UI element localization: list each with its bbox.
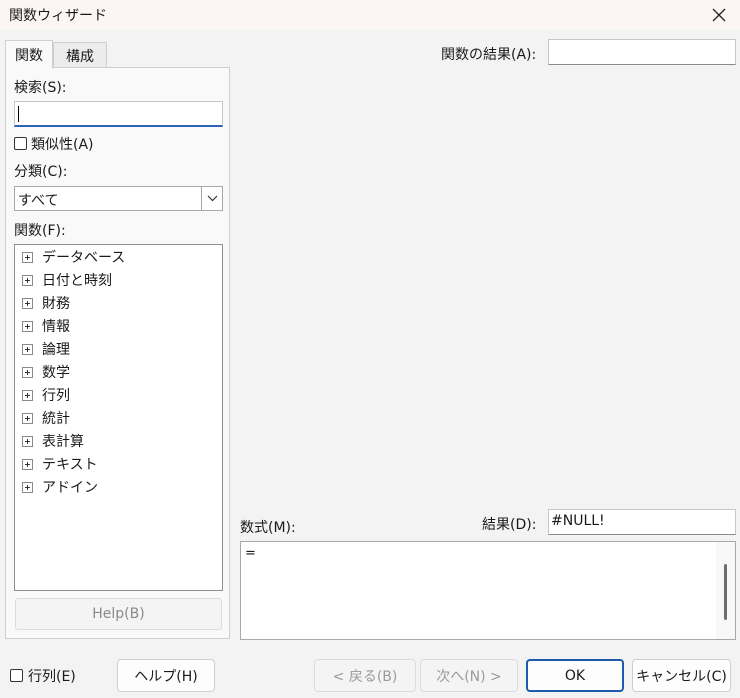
tree-item-text[interactable]: テキスト [22, 454, 98, 474]
plus-box-icon[interactable] [22, 251, 33, 263]
tree-item-label: 論理 [42, 342, 70, 358]
tree-item-statistical[interactable]: 統計 [22, 408, 70, 428]
plus-box-icon[interactable] [22, 458, 33, 470]
tab-structure-label: 構成 [66, 48, 94, 65]
category-select-value: すべて [18, 193, 59, 209]
tab-structure[interactable]: 構成 [53, 42, 107, 68]
formula-editor[interactable]: = [240, 541, 736, 640]
window-title: 関数ウィザード [9, 8, 107, 24]
tab-functions-label: 関数 [15, 48, 43, 64]
tree-item-label: 財務 [42, 296, 70, 312]
next-button[interactable]: 次へ(N) > [420, 659, 518, 692]
tree-item-add-in[interactable]: アドイン [22, 477, 98, 497]
result-value: #NULL! [551, 513, 605, 529]
ok-button[interactable]: OK [526, 659, 624, 692]
tree-item-label: 表計算 [42, 434, 84, 450]
plus-box-icon[interactable] [22, 320, 33, 332]
matrix-label: 行列(E) [28, 669, 76, 685]
function-result-field [548, 39, 736, 65]
function-help-button[interactable]: Help(B) [15, 598, 222, 630]
tree-item-information[interactable]: 情報 [22, 316, 70, 336]
plus-box-icon[interactable] [22, 481, 33, 493]
tree-item-label: アドイン [42, 480, 98, 496]
plus-box-icon[interactable] [22, 274, 33, 286]
tree-item-array[interactable]: 行列 [22, 385, 70, 405]
tree-item-label: 数学 [42, 365, 70, 381]
plus-box-icon[interactable] [22, 366, 33, 378]
cancel-button[interactable]: キャンセル(C) [632, 659, 731, 692]
text-caret [18, 106, 19, 122]
close-icon [712, 8, 726, 22]
formula-label: 数式(M): [240, 520, 296, 536]
plus-box-icon[interactable] [22, 297, 33, 309]
tree-item-date-time[interactable]: 日付と時刻 [22, 270, 112, 290]
tree-item-label: 情報 [42, 319, 70, 335]
search-label: 検索(S): [14, 80, 67, 96]
functions-label: 関数(F): [14, 223, 66, 239]
tree-item-label: 日付と時刻 [42, 273, 112, 289]
plus-box-icon[interactable] [22, 389, 33, 401]
tree-item-label: 統計 [42, 411, 70, 427]
category-label: 分類(C): [14, 164, 68, 180]
back-button[interactable]: < 戻る(B) [314, 659, 416, 692]
tree-item-spreadsheet[interactable]: 表計算 [22, 431, 84, 451]
tree-item-label: 行列 [42, 388, 70, 404]
tree-item-database[interactable]: データベース [22, 247, 125, 267]
function-result-label: 関数の結果(A): [441, 47, 537, 63]
formula-scrollbar[interactable] [716, 542, 735, 639]
category-dropdown-button[interactable] [201, 187, 222, 210]
formula-text: = [245, 546, 256, 561]
close-button[interactable] [706, 2, 732, 28]
tree-item-label: テキスト [42, 457, 98, 473]
tree-item-label: データベース [42, 250, 126, 266]
plus-box-icon[interactable] [22, 412, 33, 424]
tab-functions[interactable]: 関数 [5, 40, 53, 69]
tree-item-financial[interactable]: 財務 [22, 293, 70, 313]
plus-box-icon[interactable] [22, 343, 33, 355]
help-button[interactable]: ヘルプ(H) [117, 659, 215, 692]
function-tree[interactable]: データベース 日付と時刻 財務 情報 論理 数学 行列 統計 表計算 テキスト … [14, 244, 223, 591]
result-field: #NULL! [548, 509, 736, 535]
plus-box-icon[interactable] [22, 435, 33, 447]
tree-item-math[interactable]: 数学 [22, 362, 70, 382]
result-label: 結果(D): [482, 517, 537, 533]
chevron-down-icon [207, 195, 217, 202]
function-wizard-dialog: 関数ウィザード 関数 構成 検索(S): 類似性(A) 分類(C): すべて 関… [0, 0, 740, 698]
tree-item-logical[interactable]: 論理 [22, 339, 70, 359]
category-select[interactable]: すべて [14, 186, 223, 211]
matrix-checkbox[interactable] [10, 669, 23, 682]
title-bar: 関数ウィザード [0, 0, 740, 30]
similarity-checkbox[interactable] [14, 137, 27, 150]
search-input[interactable] [14, 101, 223, 127]
scroll-thumb[interactable] [724, 564, 727, 620]
similarity-label: 類似性(A) [31, 137, 94, 153]
